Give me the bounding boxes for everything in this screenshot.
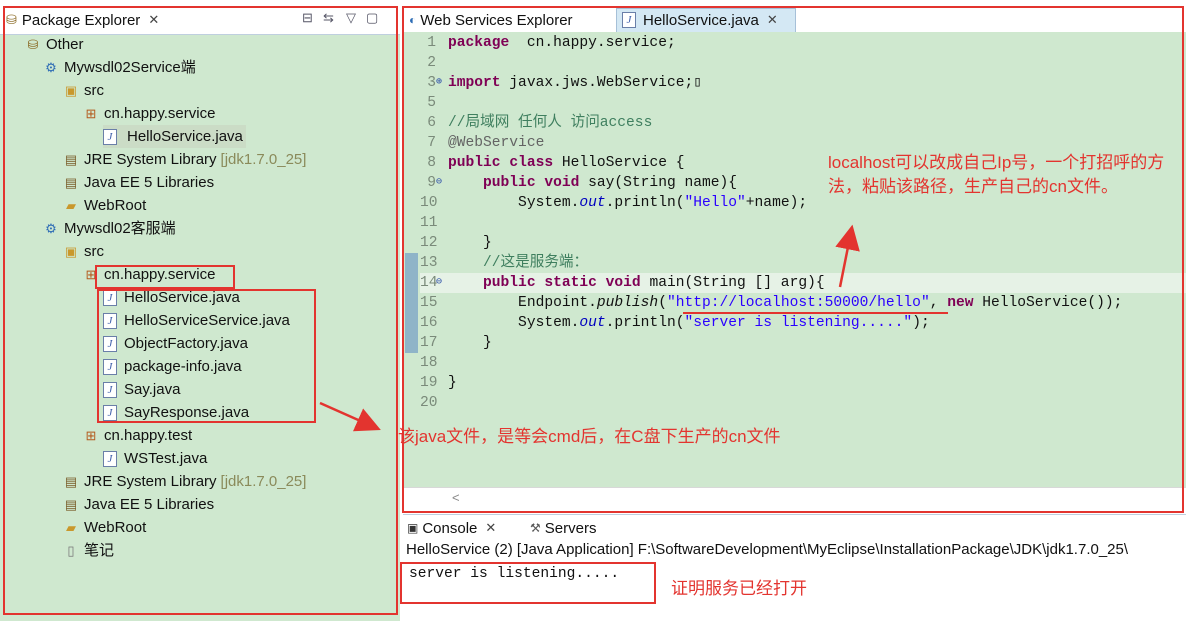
note-server-open: 证明服务已经打开	[671, 579, 807, 598]
annotation-arrows	[319, 224, 860, 432]
arrow-to-url	[835, 224, 860, 288]
note-localhost: localhost可以改成自己Ip号，一个打招呼的方法，粘贴该路径，生产自己的c…	[828, 153, 1165, 196]
note-generated-files: 该java文件，是等会cmd后，在C盘下生产的cn文件	[398, 427, 781, 446]
arrow-to-generated-files	[319, 401, 381, 432]
